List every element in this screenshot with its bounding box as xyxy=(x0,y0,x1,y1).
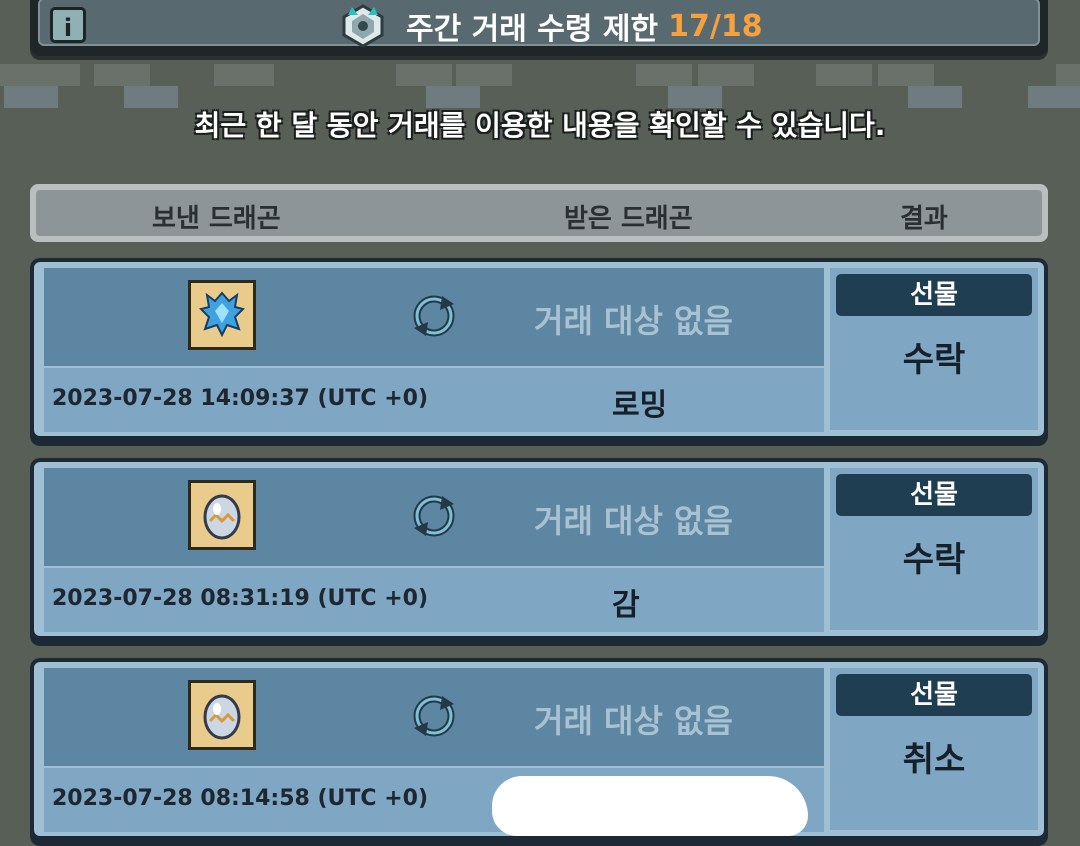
dragon-emblem-icon xyxy=(342,4,384,48)
trade-target: 거래 대상 없음 xyxy=(534,302,733,340)
received-dragon-name: 감 xyxy=(612,588,640,623)
header-bar: i 주간 거래 수령 제한 17/18 xyxy=(30,0,1048,56)
info-icon[interactable]: i xyxy=(50,7,86,43)
trade-target: 거래 대상 없음 xyxy=(534,502,733,540)
swap-arrows-icon xyxy=(413,695,455,737)
trade-result: 수락 xyxy=(902,340,966,380)
column-sent: 보낸 드래곤 xyxy=(152,204,281,234)
dragon-egg-icon xyxy=(188,480,256,550)
title-text: 주간 거래 수령 제한 xyxy=(406,12,659,47)
redacted-name xyxy=(492,776,808,836)
trade-timestamp: 2023-07-28 14:09:37 (UTC +0) xyxy=(52,386,429,411)
trade-type-badge: 선물 xyxy=(836,474,1032,516)
trade-result: 취소 xyxy=(902,740,966,780)
trade-timestamp: 2023-07-28 08:31:19 (UTC +0) xyxy=(52,586,429,611)
trade-timestamp: 2023-07-28 08:14:58 (UTC +0) xyxy=(52,786,429,811)
limit-count: 17/18 xyxy=(668,8,763,44)
trade-type-badge: 선물 xyxy=(836,274,1032,316)
blue-crystal-dragon-icon xyxy=(188,280,256,350)
swap-arrows-icon xyxy=(413,295,455,337)
swap-arrows-icon xyxy=(413,495,455,537)
page-title: 주간 거래 수령 제한 17/18 xyxy=(340,4,763,48)
trade-row[interactable]: 거래 대상 없음 2023-07-28 08:31:19 (UTC +0) 감 … xyxy=(30,458,1048,646)
trade-row[interactable]: 거래 대상 없음 2023-07-28 14:09:37 (UTC +0) 로밍… xyxy=(30,258,1048,446)
trade-type-badge: 선물 xyxy=(836,674,1032,716)
trade-result: 수락 xyxy=(902,540,966,580)
column-result: 결과 xyxy=(900,204,948,234)
trade-row[interactable]: 거래 대상 없음 2023-07-28 08:14:58 (UTC +0) 선물… xyxy=(30,658,1048,846)
trade-target: 거래 대상 없음 xyxy=(534,702,733,740)
history-description: 최근 한 달 동안 거래를 이용한 내용을 확인할 수 있습니다. xyxy=(194,109,886,142)
column-header: 보낸 드래곤 받은 드래곤 결과 xyxy=(30,184,1048,242)
dragon-egg-icon xyxy=(188,680,256,750)
received-dragon-name: 로밍 xyxy=(612,388,668,423)
column-received: 받은 드래곤 xyxy=(564,204,693,234)
